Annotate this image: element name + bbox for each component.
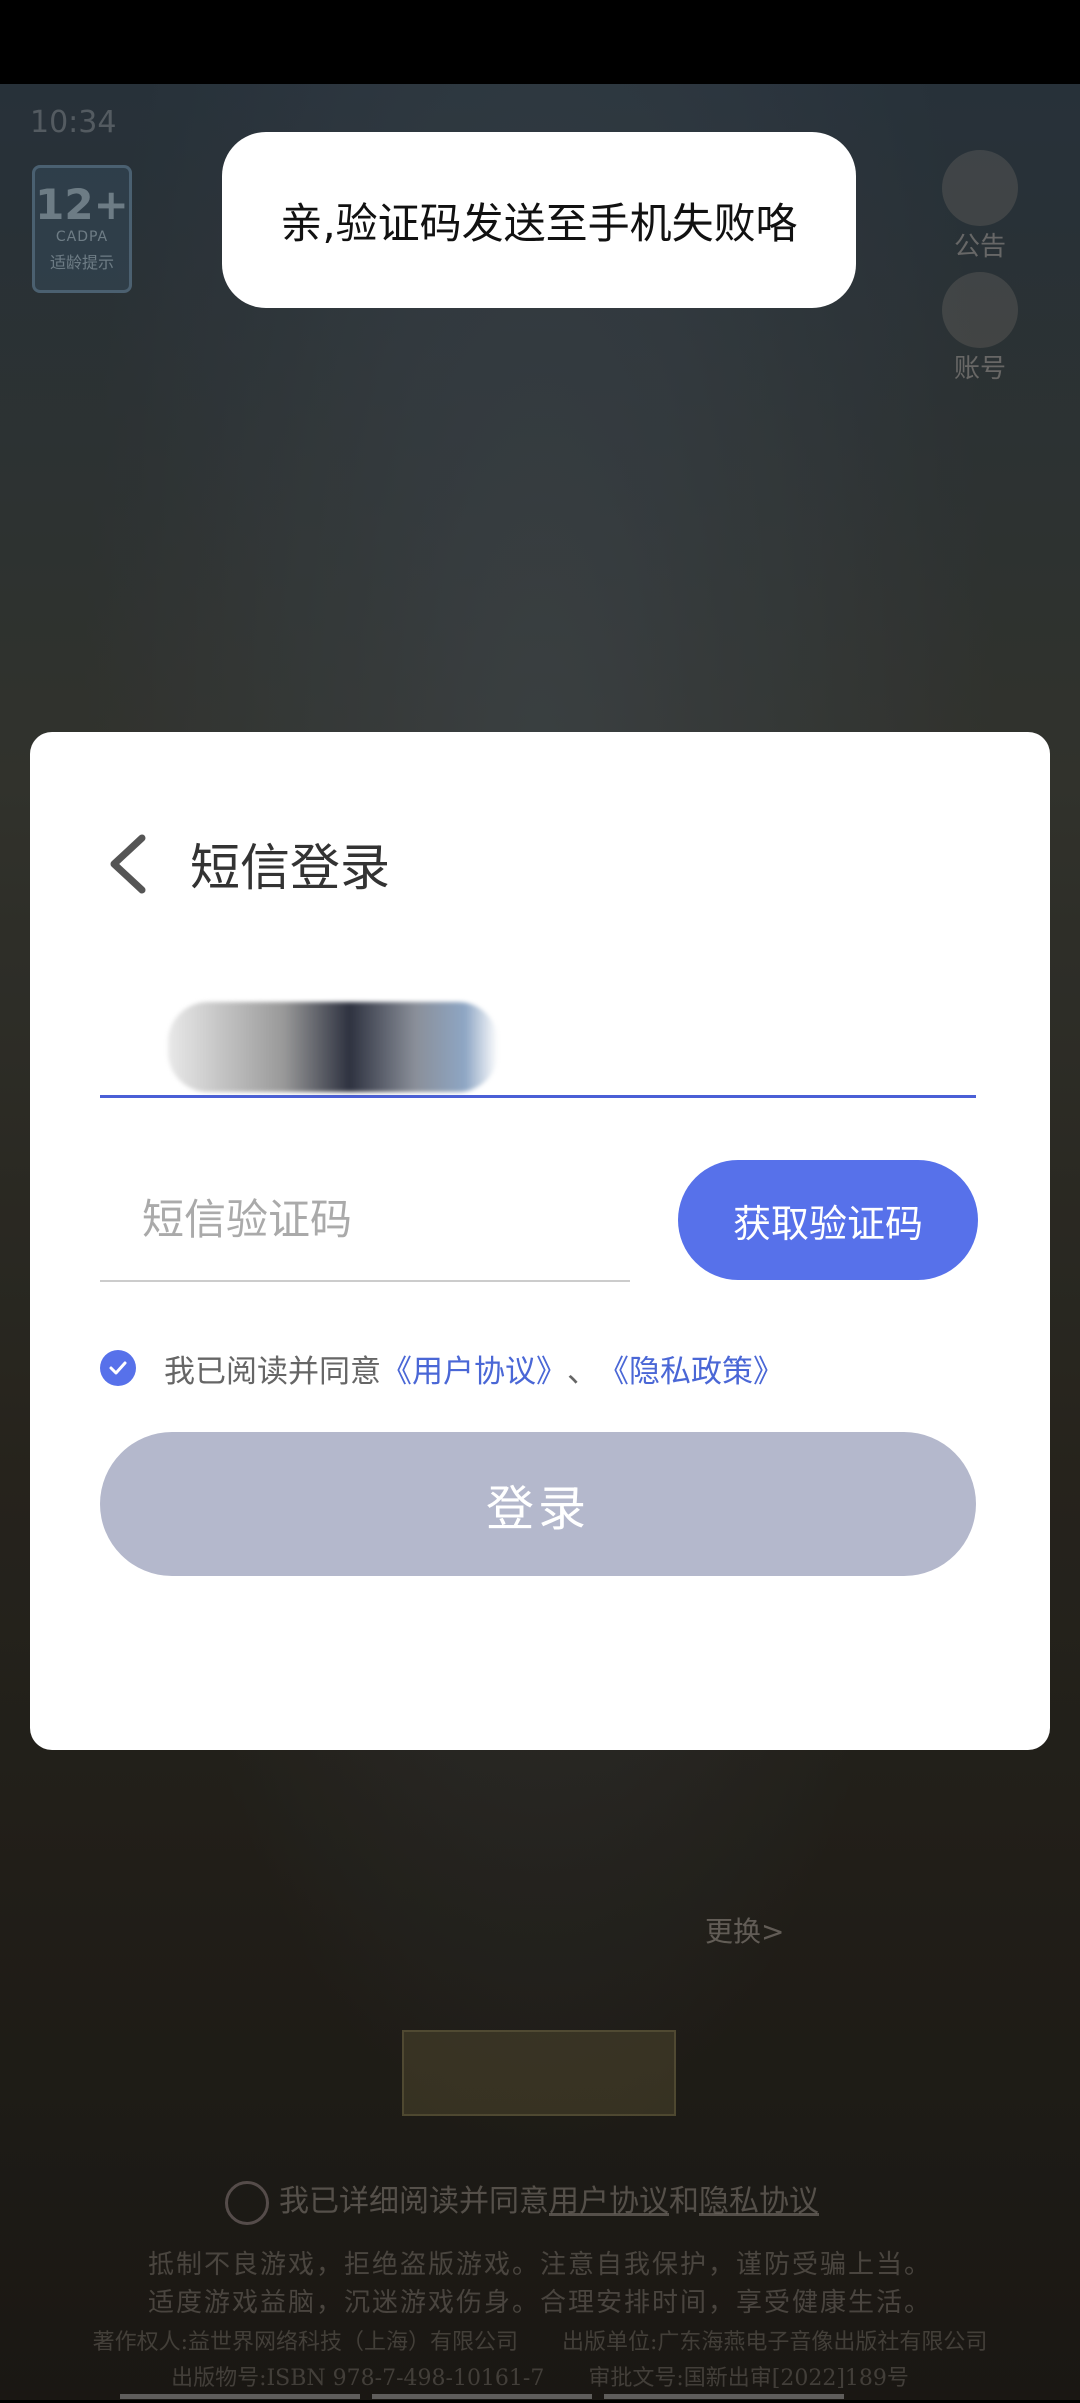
checkmark-icon [109, 1361, 127, 1375]
sms-code-placeholder: 短信验证码 [142, 1194, 353, 1244]
privacy-policy-link[interactable]: 《隐私政策》 [598, 1346, 784, 1391]
get-code-button[interactable]: 获取验证码 [678, 1160, 978, 1280]
chevron-left-icon [110, 834, 146, 894]
phone-number-input[interactable] [100, 962, 976, 1098]
agree-prefix: 我已阅读并同意 [164, 1353, 381, 1390]
toast-message: 亲,验证码发送至手机失败咯 [222, 132, 856, 308]
back-button[interactable] [100, 824, 160, 904]
redacted-phone-number [168, 1002, 498, 1092]
dialog-title: 短信登录 [190, 839, 390, 897]
agree-checkbox[interactable] [100, 1350, 136, 1386]
status-bar [0, 0, 1080, 84]
gesture-bar [120, 2384, 960, 2399]
agreement-row: 我已阅读并同意 《用户协议》 、 《隐私政策》 [100, 1346, 784, 1390]
login-button[interactable]: 登录 [100, 1432, 976, 1576]
sms-login-dialog: 短信登录 短信验证码 获取验证码 我已阅读并同意 《用户协议》 、 《隐私政策》… [30, 732, 1050, 1750]
sms-code-input[interactable]: 短信验证码 [100, 1152, 630, 1282]
agree-separator: 、 [567, 1353, 598, 1390]
user-agreement-link[interactable]: 《用户协议》 [381, 1346, 567, 1391]
